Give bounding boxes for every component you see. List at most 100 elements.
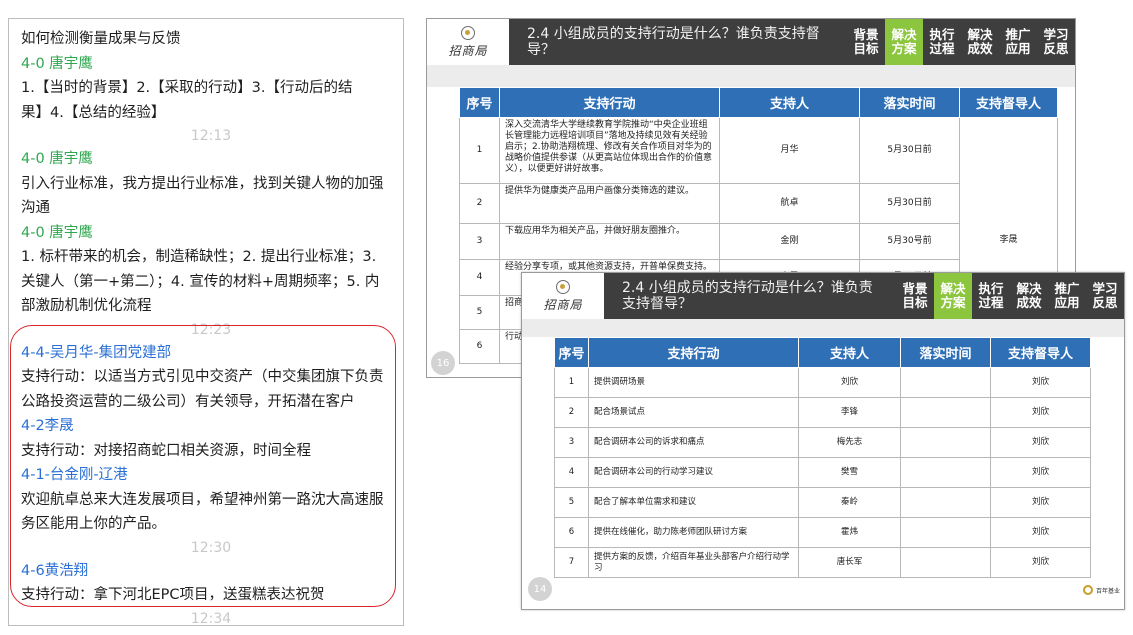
table-cell: 5 bbox=[554, 487, 589, 518]
sender-name: 4-1-台金刚-辽港 bbox=[21, 467, 128, 483]
column-header: 支持督导人 bbox=[990, 337, 1091, 368]
table-header-row: 序号 支持行动 支持人 落实时间 支持督导人 bbox=[459, 87, 1058, 118]
column-header: 序号 bbox=[459, 87, 500, 118]
emblem-icon bbox=[461, 25, 475, 40]
table-row: 7 提供方案的反馈，介绍百年基业头部客户介绍行动学习 唐长军 刘欣 bbox=[554, 547, 1091, 578]
table-cell: 提供调研场景 bbox=[588, 367, 799, 398]
slide-title: 2.4 小组成员的支持行动是什么？谁负责支持督导？ bbox=[604, 273, 896, 319]
message-text: 果】4.【总结的经验】 bbox=[21, 104, 166, 121]
message-text: 支持行动：拿下河北EPC项目，送蛋糕表达祝贺 bbox=[21, 587, 325, 603]
slide-screenshot-front[interactable]: 招商局 2.4 小组成员的支持行动是什么？谁负责支持督导？ 背景 目标 解决 方案… bbox=[521, 272, 1125, 610]
table-cell: 下载应用华为相关产品，并做好朋友圈推介。 bbox=[499, 223, 720, 260]
table-cell: 刘欣 bbox=[798, 367, 901, 398]
message-text: 欢迎航卓总来大连发展项目，希望神州第一路沈大高速服 bbox=[21, 491, 384, 508]
nav-tab-5[interactable]: 学习 反思 bbox=[1086, 273, 1124, 319]
nav-tab-3[interactable]: 解决 成效 bbox=[961, 19, 999, 65]
message-text: 如何检测衡量成果与反馈 bbox=[21, 31, 181, 47]
corner-logo-icon bbox=[1082, 585, 1093, 595]
table-cell: 秦岭 bbox=[798, 487, 901, 518]
table-cell: 刘欣 bbox=[990, 517, 1091, 548]
table-row: 1 提供调研场景 刘欣 刘欣 bbox=[554, 367, 1091, 398]
nav-tab-4[interactable]: 推广 应用 bbox=[1048, 273, 1086, 319]
header-band bbox=[522, 319, 1124, 337]
column-header: 支持行动 bbox=[499, 87, 720, 118]
table-cell: 配合了解本单位需求和建议 bbox=[588, 487, 799, 518]
table-cell bbox=[900, 547, 991, 578]
table-cell: 5 bbox=[459, 295, 500, 330]
support-table: 序号 支持行动 支持人 落实时间 支持督导人 1 提供调研场景 刘欣 刘欣 2 配合场景试点 李锋 刘欣… bbox=[554, 337, 1091, 578]
chat-panel[interactable]: 如何检测衡量成果与反馈 4-0 唐宇鹰 1.【当时的背景】2.【采取的行动】3.【行… bbox=[8, 18, 404, 626]
table-cell: 7 bbox=[554, 547, 589, 578]
table-cell: 5月30日前 bbox=[859, 117, 960, 184]
table-cell: 刘欣 bbox=[990, 487, 1091, 518]
table-cell: 提供方案的反馈，介绍百年基业头部客户介绍行动学习 bbox=[588, 547, 799, 578]
nav-tab-1[interactable]: 解决 方案 bbox=[885, 19, 923, 65]
logo: 招商局 bbox=[427, 19, 509, 65]
table-cell: 3 bbox=[459, 223, 500, 260]
message-text: 公路投资运营的二级公司）有关领导，开拓潜在客户 bbox=[21, 393, 355, 410]
message-text: 支持行动：对接招商蛇口相关资源，时间全程 bbox=[21, 442, 311, 459]
table-cell: 配合调研本公司的行动学习建议 bbox=[588, 457, 799, 488]
table-cell bbox=[900, 367, 991, 398]
table-cell: 霍炜 bbox=[798, 517, 901, 548]
nav-tab-5[interactable]: 学习 反思 bbox=[1037, 19, 1075, 65]
column-header: 支持人 bbox=[798, 337, 901, 368]
message-text: 务区能用上你的产品。 bbox=[21, 516, 166, 532]
message-text: 沟通 bbox=[21, 200, 50, 216]
table-cell: 3 bbox=[554, 427, 589, 458]
table-cell: 4 bbox=[459, 259, 500, 296]
table-row: 6 提供在线催化，助力陈老师团队研讨方案 霍炜 刘欣 bbox=[554, 517, 1091, 548]
slide-header: 招商局 2.4 小组成员的支持行动是什么？谁负责支持督导？ 背景 目标 解决 方案… bbox=[522, 273, 1124, 319]
logo-text: 招商局 bbox=[448, 43, 488, 58]
column-header: 落实时间 bbox=[900, 337, 991, 368]
sender-name: 4-0 唐宇鹰 bbox=[21, 55, 93, 72]
table-cell: 刘欣 bbox=[990, 427, 1091, 458]
corner-logo-text: 百年基业 bbox=[1095, 587, 1120, 595]
sender-name: 4-4-吴月华-集团党建部 bbox=[21, 344, 172, 361]
table-row: 3 配合调研本公司的诉求和痛点 梅先志 刘欣 bbox=[554, 427, 1091, 458]
timestamp: 12:23 bbox=[190, 321, 232, 338]
table-header-row: 序号 支持行动 支持人 落实时间 支持督导人 bbox=[554, 337, 1091, 368]
table-cell bbox=[900, 457, 991, 488]
table-cell: 深入交流清华大学继续教育学院推动“中央企业班组长管理能力远程培训项目”落地及持续… bbox=[499, 117, 720, 184]
table-cell: 2 bbox=[459, 183, 500, 224]
slide-title: 2.4 小组成员的支持行动是什么？谁负责支持督导？ bbox=[509, 19, 847, 65]
table-cell: 提供华为健康类产品用户画像分类筛选的建议。 bbox=[499, 183, 720, 224]
nav-tab-2[interactable]: 执行 过程 bbox=[923, 19, 961, 65]
nav-tab-4[interactable]: 推广 应用 bbox=[999, 19, 1037, 65]
table-cell: 梅先志 bbox=[798, 427, 901, 458]
slide-header: 招商局 2.4 小组成员的支持行动是什么？谁负责支持督导？ 背景 目标 解决 方案… bbox=[427, 19, 1075, 65]
table-cell: 刘欣 bbox=[990, 457, 1091, 488]
logo: 招商局 bbox=[522, 273, 604, 319]
table-cell: 2 bbox=[554, 397, 589, 428]
timestamp: 12:34 bbox=[190, 610, 232, 626]
table-cell: 6 bbox=[554, 517, 589, 548]
emblem-icon bbox=[556, 279, 570, 294]
table-cell: 5月30日前 bbox=[859, 183, 960, 224]
table-cell bbox=[900, 397, 991, 428]
nav-tab-0[interactable]: 背景 目标 bbox=[896, 273, 934, 319]
timestamp: 12:13 bbox=[190, 128, 232, 144]
table-cell: 配合调研本公司的诉求和痛点 bbox=[588, 427, 799, 458]
column-header: 支持督导人 bbox=[959, 87, 1058, 118]
slide-nav: 背景 目标 解决 方案 执行 过程 解决 成效 推广 应用 学习 反思 bbox=[896, 273, 1124, 319]
nav-tab-3[interactable]: 解决 成效 bbox=[1010, 273, 1048, 319]
table-cell: 李锋 bbox=[798, 397, 901, 428]
message-text: 关键人（第一+第二）；4. 宣传的材料+周期频率；5. 内 bbox=[21, 273, 380, 290]
table-cell: 刘欣 bbox=[990, 547, 1091, 578]
table-cell: 提供在线催化，助力陈老师团队研讨方案 bbox=[588, 517, 799, 548]
table-cell: 配合场景试点 bbox=[588, 397, 799, 428]
nav-tab-1[interactable]: 解决 方案 bbox=[934, 273, 972, 319]
nav-tab-2[interactable]: 执行 过程 bbox=[972, 273, 1010, 319]
message-text: 支持行动：以适当方式引见中交资产（中交集团旗下负责 bbox=[21, 369, 384, 385]
message-text: 1. 标杆带来的机会，制造稀缺性；2. 提出行业标准；3. bbox=[21, 249, 377, 265]
table-cell: 5月30号前 bbox=[859, 223, 960, 260]
column-header: 落实时间 bbox=[859, 87, 960, 118]
message-text: 部激励机制优化流程 bbox=[21, 298, 152, 314]
table-row: 2 配合场景试点 李锋 刘欣 bbox=[554, 397, 1091, 428]
table-cell: 1 bbox=[459, 117, 500, 184]
table-cell: 刘欣 bbox=[990, 367, 1091, 398]
nav-tab-0[interactable]: 背景 目标 bbox=[847, 19, 885, 65]
sender-name: 4-0 唐宇鹰 bbox=[21, 224, 93, 241]
message-text: 引入行业标准，我方提出行业标准，找到关键人物的加强 bbox=[21, 175, 384, 192]
